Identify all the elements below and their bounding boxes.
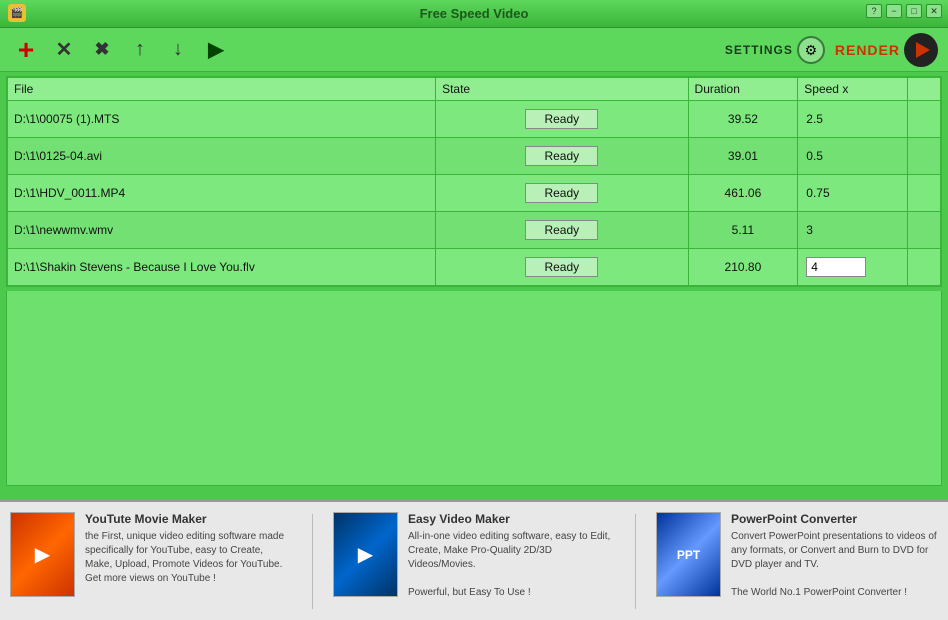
move-up-button[interactable]: ↑ [124,34,156,66]
col-header-extra [908,78,941,101]
settings-button[interactable]: Settings ⚙ [725,34,825,66]
ad-title: Easy Video Maker [408,512,615,526]
col-header-duration: Duration [688,78,798,101]
duration-cell: 39.01 [688,138,798,175]
ad-text: YouTute Movie Maker the First, unique vi… [85,512,292,586]
duration-cell: 39.52 [688,101,798,138]
ad-description: All-in-one video editing software, easy … [408,530,615,600]
move-down-button[interactable]: ↓ [162,34,194,66]
empty-content-area [6,291,942,486]
row-extra [908,212,941,249]
table-row: D:\1\newwmv.wmv Ready 5.11 3 [8,212,941,249]
remove-file-button[interactable]: ✕ [48,34,80,66]
state-badge: Ready [525,146,598,166]
table-header: File State Duration Speed x [8,78,941,101]
row-extra [908,101,941,138]
table-body: D:\1\00075 (1).MTS Ready 39.52 2.5 D:\1\… [8,101,941,286]
window-controls: ? − □ ✕ [866,4,942,18]
state-badge: Ready [525,109,598,129]
render-button[interactable]: Render [835,34,938,66]
add-file-button[interactable]: + [10,34,42,66]
ad-thumbnail [10,512,75,597]
speed-cell[interactable] [798,249,908,286]
gear-icon: ⚙ [797,36,825,64]
duration-cell: 461.06 [688,175,798,212]
row-extra [908,138,941,175]
table-row: D:\1\00075 (1).MTS Ready 39.52 2.5 [8,101,941,138]
render-label: Render [835,42,900,58]
table-row: D:\1\Shakin Stevens - Because I Love You… [8,249,941,286]
window-title: Free Speed Video [420,6,529,21]
duration-cell: 210.80 [688,249,798,286]
right-toolbar-buttons: Settings ⚙ Render [725,34,938,66]
col-header-state: State [436,78,688,101]
state-cell: Ready [436,138,688,175]
file-cell: D:\1\00075 (1).MTS [8,101,436,138]
toolbar: + ✕ ✖ ↑ ↓ ▶ Settings ⚙ Render [0,28,948,72]
state-badge: Ready [525,257,598,277]
settings-label: Settings [725,43,793,57]
ad-thumbnail [333,512,398,597]
state-cell: Ready [436,249,688,286]
ad-description: the First, unique video editing software… [85,530,292,586]
advertisement-bar: YouTute Movie Maker the First, unique vi… [0,500,948,620]
clear-all-button[interactable]: ✖ [86,34,118,66]
table-row: D:\1\HDV_0011.MP4 Ready 461.06 0.75 [8,175,941,212]
ad-text: Easy Video Maker All-in-one video editin… [408,512,615,600]
speed-cell: 0.5 [798,138,908,175]
table-row: D:\1\0125-04.avi Ready 39.01 0.5 [8,138,941,175]
maximize-button[interactable]: □ [906,4,922,18]
ad-item-1[interactable]: Easy Video Maker All-in-one video editin… [333,512,615,600]
ad-text: PowerPoint Converter Convert PowerPoint … [731,512,938,600]
state-cell: Ready [436,212,688,249]
col-header-file: File [8,78,436,101]
file-cell: D:\1\0125-04.avi [8,138,436,175]
state-badge: Ready [525,220,598,240]
ad-item-2[interactable]: PowerPoint Converter Convert PowerPoint … [656,512,938,600]
ad-title: YouTute Movie Maker [85,512,292,526]
ad-description: Convert PowerPoint presentations to vide… [731,530,938,600]
row-extra [908,175,941,212]
ad-divider [312,514,313,609]
col-header-speed: Speed x [798,78,908,101]
duration-cell: 5.11 [688,212,798,249]
state-cell: Ready [436,175,688,212]
minimize-button[interactable]: − [886,4,902,18]
app-icon: 🎬 [8,4,26,22]
help-button[interactable]: ? [866,4,882,18]
row-extra [908,249,941,286]
speed-input[interactable] [806,257,866,277]
ad-title: PowerPoint Converter [731,512,938,526]
speed-cell: 3 [798,212,908,249]
file-table-container: File State Duration Speed x D:\1\00075 (… [6,76,942,287]
file-cell: D:\1\Shakin Stevens - Because I Love You… [8,249,436,286]
speed-cell: 2.5 [798,101,908,138]
state-badge: Ready [525,183,598,203]
ad-thumbnail [656,512,721,597]
speed-cell: 0.75 [798,175,908,212]
play-button[interactable]: ▶ [200,34,232,66]
file-table: File State Duration Speed x D:\1\00075 (… [7,77,941,286]
file-cell: D:\1\newwmv.wmv [8,212,436,249]
render-play-icon [904,33,938,67]
ad-divider [635,514,636,609]
titlebar: 🎬 Free Speed Video ? − □ ✕ [0,0,948,28]
file-cell: D:\1\HDV_0011.MP4 [8,175,436,212]
close-button[interactable]: ✕ [926,4,942,18]
state-cell: Ready [436,101,688,138]
ad-item-0[interactable]: YouTute Movie Maker the First, unique vi… [10,512,292,597]
